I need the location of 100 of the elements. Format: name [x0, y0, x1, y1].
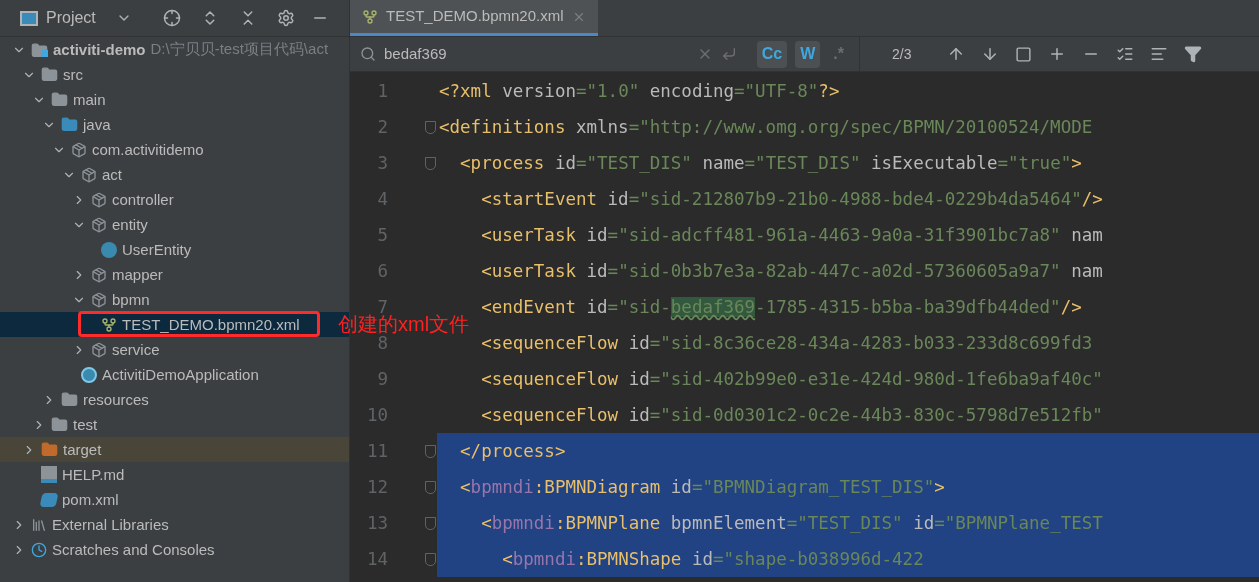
code-line: <bpmndi:BPMNDiagram id="BPMNDiagram_TEST_DIS">	[459, 478, 945, 496]
tab-label: TEST_DEMO.bpmn20.xml	[386, 6, 564, 27]
item-label: External Libraries	[52, 517, 169, 532]
tree-item[interactable]: target	[0, 437, 349, 462]
item-label: resources	[83, 392, 149, 407]
line-number: 8	[377, 336, 388, 350]
locate-icon[interactable]	[163, 9, 181, 27]
item-label: main	[73, 92, 106, 107]
fold-marker-icon[interactable]	[425, 516, 436, 530]
item-label: controller	[112, 192, 174, 207]
line-number: 12	[366, 480, 388, 494]
project-path: D:\宁贝贝-test项目代码\act	[150, 39, 329, 60]
line-number: 13	[366, 516, 388, 530]
item-label: java	[83, 117, 111, 132]
search-icon[interactable]	[360, 46, 376, 62]
folder-icon	[41, 441, 58, 458]
fold-marker-icon[interactable]	[425, 480, 436, 494]
fold-marker-icon[interactable]	[425, 552, 436, 566]
code-line: <bpmndi:BPMNPlane bpmnElement="TEST_DIS" id="BPMNPlane_TEST	[480, 514, 1103, 532]
tree-item[interactable]: ActivitiDemoApplication	[0, 362, 349, 387]
item-label: activiti-demo	[53, 42, 146, 57]
item-label: pom.xml	[62, 492, 119, 507]
tree-item[interactable]: activiti-demo D:\宁贝贝-test项目代码\act	[0, 37, 349, 62]
item-label: test	[73, 417, 98, 432]
tree-item[interactable]: service	[0, 337, 349, 362]
fold-marker-icon[interactable]	[425, 120, 436, 134]
line-number: 10	[366, 408, 388, 422]
tree-item[interactable]: act	[0, 162, 349, 187]
filter-icon[interactable]	[1184, 45, 1203, 63]
diagram-icon	[101, 316, 117, 333]
panel-icon	[20, 10, 38, 26]
tree-item[interactable]: java	[0, 112, 349, 137]
class-icon	[101, 241, 117, 258]
scratches-icon	[31, 541, 47, 558]
item-label: bpmn	[112, 292, 150, 307]
package-icon	[91, 191, 107, 208]
tree-item[interactable]: resources	[0, 387, 349, 412]
code-line: <userTask id="sid-adcff481-961a-4463-9a0a-31f3901bc7a8" nam	[480, 226, 1103, 244]
item-label: service	[112, 342, 160, 357]
item-label: act	[102, 167, 122, 182]
package-icon	[91, 341, 107, 358]
item-label: Scratches and Consoles	[52, 542, 215, 557]
square-icon[interactable]	[1015, 45, 1033, 63]
code-line: <userTask id="sid-0b3b7e3a-82ab-447c-a02d-57360605a9a7" nam	[480, 262, 1103, 280]
code-line: <process id="TEST_DIS" name="TEST_DIS" isExecutable="true">	[459, 154, 1082, 172]
package-icon	[91, 266, 107, 283]
code-line: <bpmndi:BPMNShape id="shape-b038996d-422	[501, 550, 924, 568]
tree-item[interactable]: External Libraries	[0, 512, 349, 537]
tree-item[interactable]: Scratches and Consoles	[0, 537, 349, 562]
tree-item[interactable]: controller	[0, 187, 349, 212]
tree-item[interactable]: com.activitidemo	[0, 137, 349, 162]
item-label: TEST_DEMO.bpmn20.xml	[122, 317, 300, 332]
tree-item[interactable]: mapper	[0, 262, 349, 287]
panel-title[interactable]: Project	[46, 6, 96, 30]
item-label: src	[63, 67, 83, 82]
filter-lines-icon[interactable]	[1150, 45, 1169, 63]
item-label: HELP.md	[62, 467, 125, 482]
module-folder-icon	[31, 42, 48, 57]
folder-icon	[61, 116, 78, 133]
line-number: 14	[366, 552, 388, 566]
search-field[interactable]: bedaf369	[384, 42, 689, 66]
code-line: <sequenceFlow id="sid-402b99e0-e31e-424d-980d-1fe6ba9af40c"	[480, 370, 1103, 388]
tree-item[interactable]: HELP.md	[0, 462, 349, 487]
code-line: <endEvent id="sid-bedaf369-1785-4315-b5ba-ba39dfb44ded"/>	[480, 298, 1082, 316]
tree-item[interactable]: bpmn	[0, 287, 349, 312]
package-icon	[81, 166, 97, 183]
folder-icon	[51, 416, 68, 433]
settings-icon[interactable]	[277, 9, 295, 27]
tree-item[interactable]: test	[0, 412, 349, 437]
tree-item[interactable]: pom.xml	[0, 487, 349, 512]
package-icon	[71, 141, 87, 158]
code-line: <startEvent id="sid-212807b9-21b0-4988-bde4-0229b4da5464"/>	[480, 190, 1103, 208]
tree-item[interactable]: src	[0, 62, 349, 87]
line-number: 1	[377, 84, 388, 98]
libraries-icon	[31, 516, 47, 533]
code-line: </process>	[459, 442, 566, 460]
search-option-toggle[interactable]: W	[795, 40, 821, 68]
editor-tab[interactable]: TEST_DEMO.bpmn20.xml	[350, 0, 598, 36]
package-icon	[91, 291, 107, 308]
line-number: 11	[366, 444, 388, 458]
line-number: 7	[377, 300, 388, 314]
line-number: 5	[377, 228, 388, 242]
line-number: 2	[377, 120, 388, 134]
tree-item[interactable]: entity	[0, 212, 349, 237]
tree-item[interactable]: UserEntity	[0, 237, 349, 262]
match-count: 2/3	[892, 44, 912, 64]
item-label: target	[63, 442, 102, 457]
line-number: 4	[377, 192, 388, 206]
code-line: <definitions xmlns="http://www.omg.org/spec/BPMN/20100524/MODE	[439, 118, 1093, 136]
item-label: entity	[112, 217, 148, 232]
folder-icon	[51, 91, 68, 108]
folder-icon	[41, 66, 58, 83]
tree-item[interactable]: main	[0, 87, 349, 112]
fold-marker-icon[interactable]	[425, 444, 436, 458]
resources-folder-icon	[61, 391, 78, 408]
line-number: 9	[377, 372, 388, 386]
fold-marker-icon[interactable]	[425, 156, 436, 170]
search-option-toggle[interactable]: Cc	[756, 40, 788, 68]
select-all-icon[interactable]	[1116, 45, 1135, 63]
item-label: mapper	[112, 267, 163, 282]
